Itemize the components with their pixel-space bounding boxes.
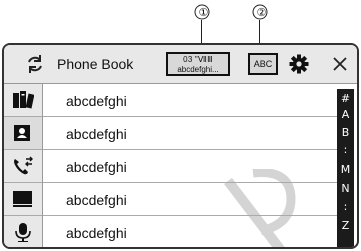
- contact-row[interactable]: abcdefghi: [43, 117, 339, 150]
- call-history-icon: [14, 156, 33, 175]
- gear-icon[interactable]: [289, 54, 309, 74]
- index-letter[interactable]: A: [337, 108, 354, 121]
- index-letter[interactable]: M: [337, 163, 354, 176]
- index-letter[interactable]: N: [337, 182, 354, 195]
- alphabet-index-bar[interactable]: # A B : M N : Z: [337, 89, 354, 247]
- voice-microphone-icon: [15, 223, 31, 242]
- sidebar-item-phonebook[interactable]: [4, 84, 42, 117]
- svg-text:①: ①: [199, 6, 209, 19]
- sidebar: [4, 84, 43, 247]
- sidebar-item-contacts[interactable]: [4, 117, 42, 150]
- contact-row[interactable]: abcdefghi: [43, 84, 339, 117]
- index-letter[interactable]: Z: [337, 219, 354, 232]
- header-bar: Phone Book 03 "ⅦⅢ abcdefghi... ABC: [4, 45, 357, 84]
- device-status-line: 03 "ⅦⅢ: [183, 55, 213, 64]
- contact-list: abcdefghi abcdefghi abcdefghi abcdefghi …: [43, 84, 339, 247]
- refresh-icon[interactable]: [25, 54, 45, 74]
- contact-name: abcdefghi: [66, 93, 127, 109]
- page-title: Phone Book: [57, 56, 134, 72]
- sidebar-item-keypad[interactable]: [4, 183, 42, 216]
- svg-text:②: ②: [257, 6, 267, 19]
- index-letter[interactable]: #: [337, 92, 354, 105]
- device-info-display: 03 "ⅦⅢ abcdefghi...: [166, 52, 230, 76]
- contact-name: abcdefghi: [66, 225, 127, 241]
- index-letter[interactable]: B: [337, 126, 354, 139]
- phonebook-icon: [13, 91, 34, 109]
- sidebar-item-call-history[interactable]: [4, 150, 42, 183]
- sort-order-button[interactable]: ABC: [248, 53, 278, 75]
- contact-name: abcdefghi: [66, 126, 127, 142]
- contact-row[interactable]: abcdefghi: [43, 183, 339, 216]
- sidebar-item-voice[interactable]: [4, 216, 42, 247]
- keypad-icon: [13, 191, 32, 207]
- phone-book-screen: Phone Book 03 "ⅦⅢ abcdefghi... ABC abcde…: [2, 43, 359, 249]
- contact-card-icon: [14, 125, 30, 141]
- contact-row[interactable]: abcdefghi: [43, 216, 339, 247]
- contact-name: abcdefghi: [66, 159, 127, 175]
- callout-2: ②: [252, 4, 268, 20]
- index-letter[interactable]: :: [337, 200, 354, 213]
- device-name: abcdefghi...: [177, 65, 219, 74]
- close-icon[interactable]: [330, 54, 350, 74]
- callout-1: ①: [194, 4, 210, 20]
- contact-name: abcdefghi: [66, 192, 127, 208]
- contact-row[interactable]: abcdefghi: [43, 150, 339, 183]
- index-letter[interactable]: :: [337, 143, 354, 156]
